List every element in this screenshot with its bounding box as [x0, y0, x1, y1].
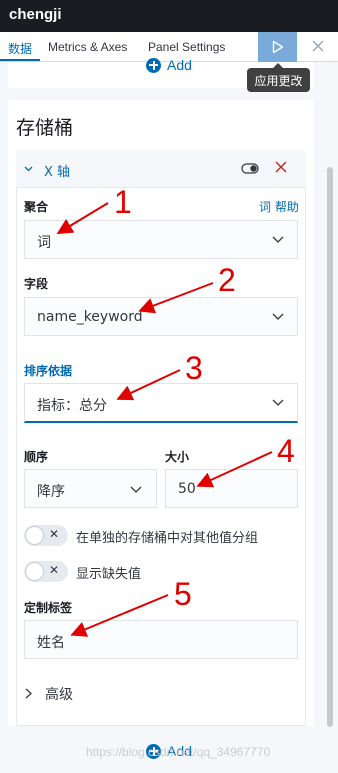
annotation-arrow-4: [196, 451, 273, 488]
annotation-number-5: 5: [174, 576, 192, 612]
annotation-number-3: 3: [185, 350, 203, 386]
annotation-arrow-3: [116, 369, 181, 401]
annotation-arrow-5: [70, 594, 169, 637]
annotation-arrows: [56, 202, 273, 637]
annotation-arrow-1: [56, 202, 109, 235]
annotation-number-2: 2: [218, 262, 236, 298]
annotation-number-1: 1: [114, 184, 132, 220]
annotation-arrow-2: [138, 282, 214, 314]
annotation-number-4: 4: [277, 433, 295, 469]
